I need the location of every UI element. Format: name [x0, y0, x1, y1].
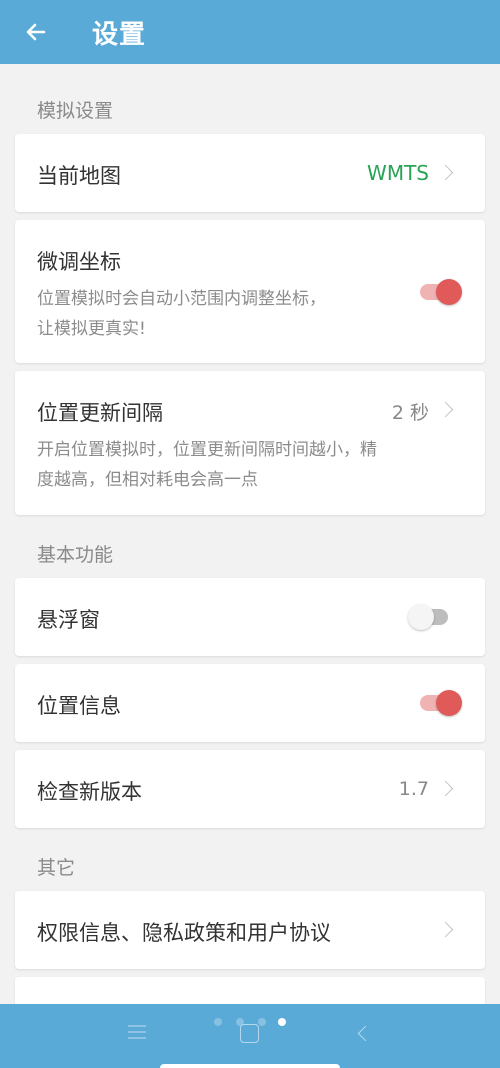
fine-tune-desc-line1: 位置模拟时会自动小范围内调整坐标，	[37, 289, 326, 309]
page-indicator-dot	[214, 1018, 222, 1026]
check-update-title: 检查新版本	[37, 780, 142, 804]
location-info-item: 位置信息	[15, 664, 485, 742]
chevron-right-icon	[437, 164, 454, 181]
privacy-item[interactable]: 权限信息、隐私政策和用户协议	[15, 891, 485, 969]
check-update-value: 1.7	[398, 778, 429, 800]
chevron-right-icon	[437, 780, 454, 797]
gesture-bar	[160, 1064, 340, 1068]
page-title: 设置	[92, 19, 147, 50]
system-nav-bar	[0, 1004, 500, 1068]
check-update-item[interactable]: 检查新版本 1.7	[15, 750, 485, 828]
privacy-title: 权限信息、隐私政策和用户协议	[37, 921, 331, 945]
toggle-thumb	[436, 690, 462, 716]
toggle-thumb	[408, 604, 434, 630]
app-bar: 设置	[0, 0, 500, 64]
floating-window-item: 悬浮窗	[15, 578, 485, 656]
location-info-title: 位置信息	[37, 694, 121, 718]
fine-tune-title: 微调坐标	[37, 250, 121, 274]
location-info-toggle[interactable]	[418, 688, 462, 718]
arrow-left-icon	[26, 23, 46, 41]
toggle-thumb	[436, 279, 462, 305]
update-interval-item[interactable]: 位置更新间隔 2 秒 开启位置模拟时，位置更新间隔时间越小，精 度越高，但相对耗…	[15, 371, 485, 515]
chevron-right-icon	[437, 921, 454, 938]
page-indicator-dot-active	[278, 1018, 286, 1026]
floating-window-toggle[interactable]	[408, 602, 452, 632]
section-header-other: 其它	[37, 857, 76, 879]
current-map-title: 当前地图	[37, 164, 121, 188]
fine-tune-item: 微调坐标 位置模拟时会自动小范围内调整坐标， 让模拟更真实!	[15, 220, 485, 363]
chevron-right-icon	[437, 401, 454, 418]
home-icon[interactable]	[240, 1024, 259, 1043]
section-header-basic: 基本功能	[37, 544, 114, 566]
update-interval-value: 2 秒	[391, 402, 429, 424]
fine-tune-desc-line2: 让模拟更真实!	[37, 319, 146, 339]
back-icon[interactable]	[357, 1025, 374, 1042]
page-indicator-dot	[258, 1018, 266, 1026]
back-button[interactable]	[0, 0, 72, 64]
update-interval-desc-line1: 开启位置模拟时，位置更新间隔时间越小，精	[37, 440, 377, 460]
update-interval-desc-line2: 度越高，但相对耗电会高一点	[37, 470, 258, 490]
section-header-simulation: 模拟设置	[37, 100, 114, 122]
floating-window-title: 悬浮窗	[37, 608, 100, 632]
current-map-item[interactable]: 当前地图 WMTS	[15, 134, 485, 212]
fine-tune-toggle[interactable]	[418, 277, 462, 307]
update-interval-title: 位置更新间隔	[37, 401, 163, 425]
current-map-value: WMTS	[367, 161, 429, 185]
menu-icon[interactable]	[128, 1024, 146, 1040]
